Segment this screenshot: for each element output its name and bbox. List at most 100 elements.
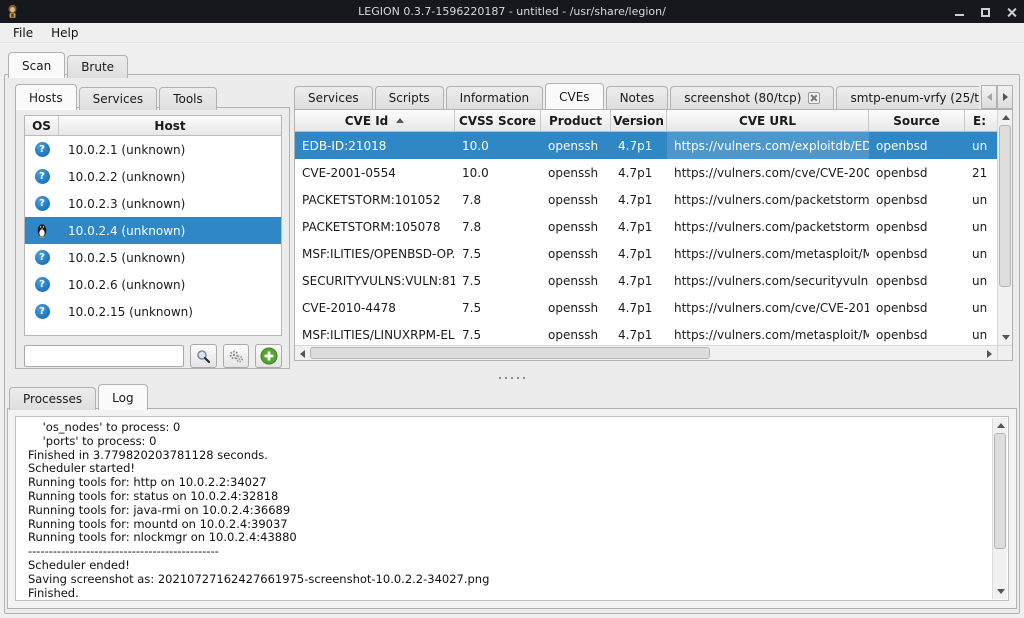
- question-icon: ?: [35, 196, 50, 211]
- hosts-table-body: ? 10.0.2.1 (unknown) ? 10.0.2.2 (unknown…: [25, 136, 281, 325]
- cve-column-cvss[interactable]: CVSS Score: [455, 110, 541, 131]
- host-row[interactable]: ? 10.0.2.6 (unknown): [25, 271, 281, 298]
- tab-scan[interactable]: Scan: [8, 52, 65, 78]
- scroll-up-button[interactable]: [993, 418, 1008, 433]
- tab-cves[interactable]: CVEs: [545, 83, 603, 109]
- tab-services[interactable]: Services: [294, 86, 373, 109]
- window-title: LEGION 0.3.7-1596220187 - untitled - /us…: [0, 5, 1024, 18]
- minimize-button[interactable]: [954, 6, 966, 18]
- rescan-button[interactable]: [223, 344, 250, 368]
- host-row[interactable]: ? 10.0.2.15 (unknown): [25, 298, 281, 325]
- tab-tools[interactable]: Tools: [159, 87, 217, 110]
- gears-icon: [228, 349, 244, 364]
- cve-row[interactable]: MSF:ILITIES/LINUXRPM-EL... 7.5 openssh 4…: [295, 321, 997, 345]
- search-button[interactable]: [190, 344, 217, 368]
- scroll-up-button[interactable]: [998, 110, 1013, 125]
- question-icon: ?: [35, 169, 50, 184]
- app-icon: [6, 4, 19, 19]
- hosts-column-os[interactable]: OS: [25, 116, 59, 135]
- tab-scroll-buttons: [981, 85, 1013, 109]
- chevron-right-icon: [1003, 93, 1008, 101]
- cve-row[interactable]: MSF:ILITIES/OPENBSD-OP... 7.5 openssh 4.…: [295, 240, 997, 267]
- host-row[interactable]: ? 10.0.2.5 (unknown): [25, 244, 281, 271]
- hosts-table-header: OS Host: [25, 116, 281, 136]
- cve-column-id[interactable]: CVE Id: [295, 110, 455, 131]
- cve-table: CVE Id CVSS Score Product Version CVE UR…: [294, 109, 1013, 361]
- tab-log[interactable]: Log: [98, 384, 147, 410]
- tab-scroll-right-button[interactable]: [997, 85, 1013, 109]
- scan-tab-panel: HostsServicesTools OS Host ? 10.0.2.1 (u…: [4, 74, 1020, 614]
- tab-smtp-enum-vrfy-25-tcp[interactable]: smtp-enum-vrfy (25/tcp): [836, 86, 979, 109]
- cve-row[interactable]: EDB-ID:21018 10.0 openssh 4.7p1 https://…: [295, 132, 997, 159]
- scrollbar-thumb[interactable]: [310, 347, 710, 359]
- tab-services-left[interactable]: Services: [79, 87, 158, 110]
- close-icon: [1006, 6, 1018, 18]
- cve-row[interactable]: CVE-2001-0554 10.0 openssh 4.7p1 https:/…: [295, 159, 997, 186]
- log-text: 'os_nodes' to process: 0 'ports' to proc…: [28, 421, 986, 600]
- host-row[interactable]: ? 10.0.2.2 (unknown): [25, 163, 281, 190]
- cve-column-version[interactable]: Version: [611, 110, 667, 131]
- tab-hosts[interactable]: Hosts: [15, 84, 77, 110]
- cve-column-exploit[interactable]: E:: [965, 110, 997, 131]
- scroll-down-button[interactable]: [998, 330, 1013, 345]
- cve-table-body: EDB-ID:21018 10.0 openssh 4.7p1 https://…: [295, 132, 997, 345]
- scrollbar-thumb[interactable]: [999, 125, 1011, 287]
- cve-row[interactable]: PACKETSTORM:105078 7.8 openssh 4.7p1 htt…: [295, 213, 997, 240]
- scrollbar-thumb[interactable]: [994, 433, 1006, 549]
- add-host-button[interactable]: [255, 344, 282, 368]
- menu-file[interactable]: File: [4, 24, 42, 42]
- hosts-table: OS Host ? 10.0.2.1 (unknown) ?: [24, 115, 282, 336]
- close-button[interactable]: [1006, 6, 1018, 18]
- add-host-icon: [260, 347, 278, 365]
- tab-information[interactable]: Information: [446, 86, 543, 109]
- tab-brute[interactable]: Brute: [67, 55, 128, 78]
- log-output[interactable]: 'os_nodes' to process: 0 'ports' to proc…: [15, 416, 1009, 601]
- tab-screenshot-80-tcp[interactable]: screenshot (80/tcp): [670, 86, 834, 109]
- tab-scripts[interactable]: Scripts: [375, 86, 444, 109]
- scroll-down-button[interactable]: [993, 584, 1008, 599]
- host-row[interactable]: ? 10.0.2.3 (unknown): [25, 190, 281, 217]
- sort-asc-icon: [396, 118, 404, 123]
- question-icon: ?: [35, 304, 50, 319]
- tab-processes[interactable]: Processes: [9, 387, 96, 410]
- linux-icon: [36, 223, 48, 238]
- left-tab-bar: HostsServicesTools: [15, 84, 219, 110]
- host-filter-row: [24, 344, 282, 368]
- host-row[interactable]: ? 10.0.2.1 (unknown): [25, 136, 281, 163]
- titlebar: LEGION 0.3.7-1596220187 - untitled - /us…: [0, 0, 1024, 23]
- cve-row[interactable]: PACKETSTORM:101052 7.8 openssh 4.7p1 htt…: [295, 186, 997, 213]
- tab-scroll-left-button[interactable]: [981, 85, 997, 109]
- question-icon: ?: [35, 250, 50, 265]
- scroll-right-button[interactable]: [982, 346, 997, 361]
- maximize-icon: [981, 8, 990, 17]
- cve-row[interactable]: CVE-2010-4478 7.5 openssh 4.7p1 https://…: [295, 294, 997, 321]
- log-vertical-scrollbar[interactable]: [992, 418, 1007, 599]
- menubar: File Help: [0, 23, 1024, 43]
- tab-notes[interactable]: Notes: [606, 86, 669, 109]
- question-icon: ?: [35, 277, 50, 292]
- cve-column-source[interactable]: Source: [869, 110, 965, 131]
- main-tab-bar: ScanBrute: [8, 52, 130, 78]
- cve-table-horizontal-scrollbar[interactable]: [295, 345, 997, 360]
- minimize-icon: [955, 14, 964, 16]
- scroll-left-button[interactable]: [295, 346, 310, 361]
- hosts-panel: OS Host ? 10.0.2.1 (unknown) ?: [15, 107, 290, 369]
- chevron-left-icon: [987, 93, 992, 101]
- maximize-button[interactable]: [980, 6, 992, 18]
- horizontal-splitter[interactable]: [5, 373, 1019, 383]
- cve-column-url[interactable]: CVE URL: [667, 110, 869, 131]
- cve-column-product[interactable]: Product: [541, 110, 611, 131]
- scrollbar-corner: [997, 345, 1012, 360]
- search-icon: [196, 349, 211, 364]
- host-filter-input[interactable]: [24, 345, 184, 367]
- host-row[interactable]: 10.0.2.4 (unknown): [25, 217, 281, 244]
- cve-table-vertical-scrollbar[interactable]: [997, 110, 1012, 345]
- results-panel: Services Scripts Information CVEs Notes: [294, 84, 1013, 437]
- menu-help[interactable]: Help: [42, 24, 87, 42]
- tab-close-icon[interactable]: [808, 92, 820, 104]
- cve-table-header: CVE Id CVSS Score Product Version CVE UR…: [295, 110, 997, 132]
- cve-row[interactable]: SECURITYVULNS:VULN:81... 7.5 openssh 4.7…: [295, 267, 997, 294]
- log-panel: 'os_nodes' to process: 0 'ports' to proc…: [7, 408, 1017, 609]
- bottom-tab-bar: ProcessesLog: [9, 384, 150, 410]
- hosts-column-host[interactable]: Host: [59, 116, 281, 135]
